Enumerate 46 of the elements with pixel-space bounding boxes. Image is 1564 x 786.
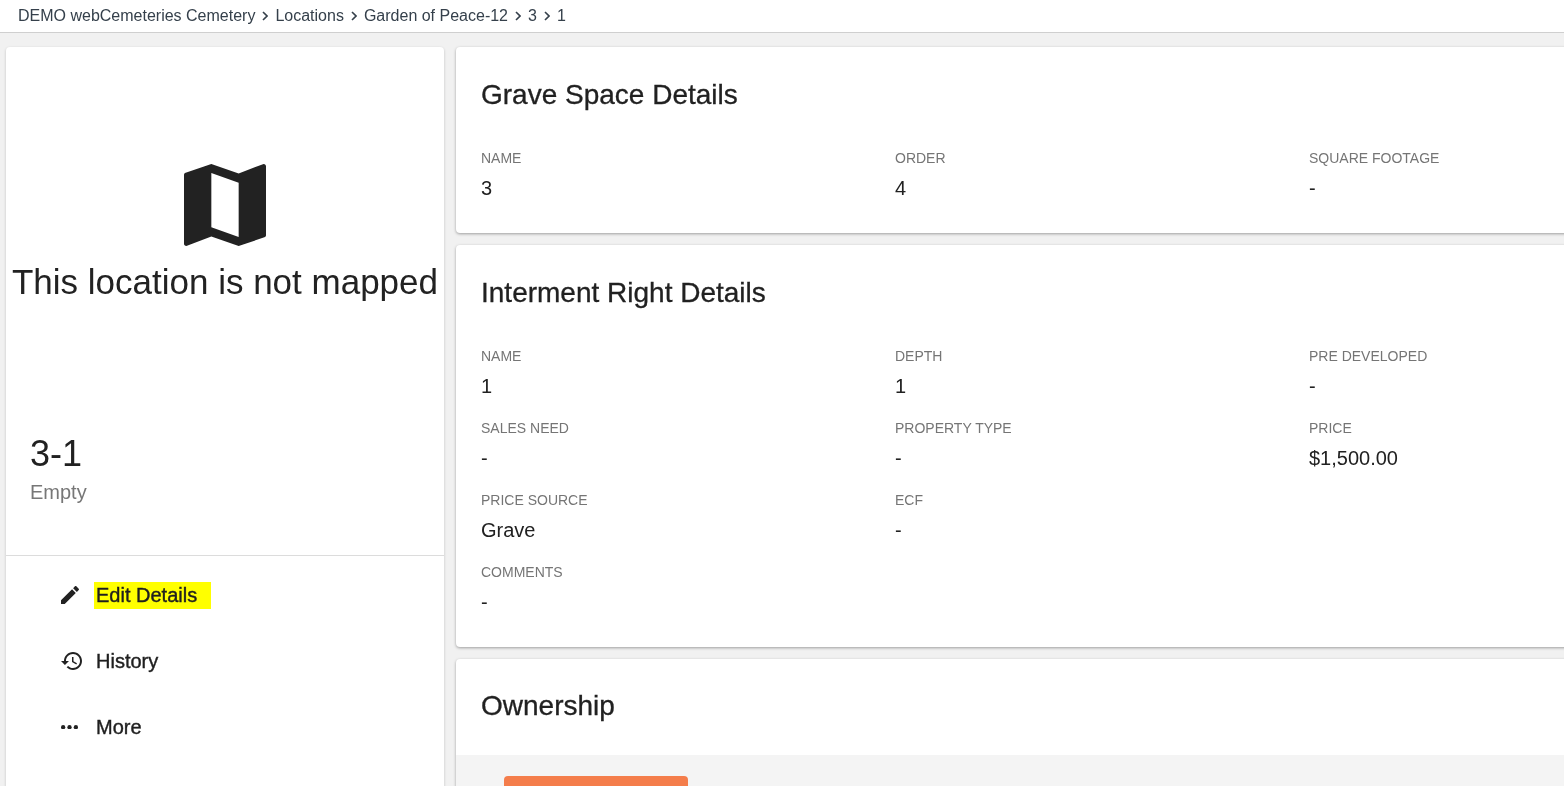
field-label: SALES NEED xyxy=(481,419,569,437)
field-value: - xyxy=(1309,176,1316,200)
location-name: 3-1 xyxy=(30,434,83,474)
field-label: PRICE xyxy=(1309,419,1352,437)
breadcrumb-link[interactable]: 3 xyxy=(528,7,537,25)
field-value: - xyxy=(895,446,902,470)
more-action[interactable]: More xyxy=(94,713,156,741)
edit-action[interactable]: Edit Details xyxy=(94,581,212,609)
field-value: 4 xyxy=(895,176,907,200)
field-value: 1 xyxy=(895,374,907,398)
field-value: - xyxy=(895,518,902,542)
breadcrumb-link[interactable]: Garden of Peace-12 xyxy=(363,7,508,25)
field-label: PROPERTY TYPE xyxy=(895,419,1012,437)
folded-map-icon xyxy=(184,164,266,246)
field-label: ORDER xyxy=(895,149,946,167)
history-icon[interactable] xyxy=(61,652,82,670)
field-label: SQUARE FOOTAGE xyxy=(1309,149,1440,167)
field-label: NAME xyxy=(481,149,522,167)
history-action[interactable]: History xyxy=(94,647,173,675)
field-value: - xyxy=(1309,374,1316,398)
field-value: - xyxy=(481,446,488,470)
field-label: ECF xyxy=(895,491,923,509)
chevron-icon xyxy=(543,11,550,21)
field-value: Grave xyxy=(481,518,536,542)
more-icon[interactable] xyxy=(61,724,78,730)
location-status: Empty xyxy=(30,480,87,504)
card-title: Ownership xyxy=(481,690,616,722)
card-title: Interment Right Details xyxy=(481,277,767,309)
not-mapped-message: This location is not mapped xyxy=(11,262,439,302)
breadcrumb-link[interactable]: Locations xyxy=(275,7,344,25)
field-value: $1,500.00 xyxy=(1309,446,1398,470)
pencil-icon[interactable] xyxy=(61,586,79,604)
field-label: NAME xyxy=(481,347,522,365)
field-label: DEPTH xyxy=(895,347,943,365)
chevron-icon xyxy=(350,11,357,21)
field-value: 3 xyxy=(481,176,493,200)
breadcrumb-link[interactable]: 1 xyxy=(556,7,566,25)
chevron-icon xyxy=(515,11,521,21)
field-value: 1 xyxy=(481,374,493,398)
field-label: COMMENTS xyxy=(481,563,563,581)
card-title: Grave Space Details xyxy=(481,79,739,111)
field-value: - xyxy=(481,590,488,614)
breadcrumb-link[interactable]: DEMO webCemeteries Cemetery xyxy=(18,7,256,25)
field-label: PRE DEVELOPED xyxy=(1309,347,1428,365)
chevron-icon xyxy=(262,11,269,21)
field-label: PRICE SOURCE xyxy=(481,491,588,509)
